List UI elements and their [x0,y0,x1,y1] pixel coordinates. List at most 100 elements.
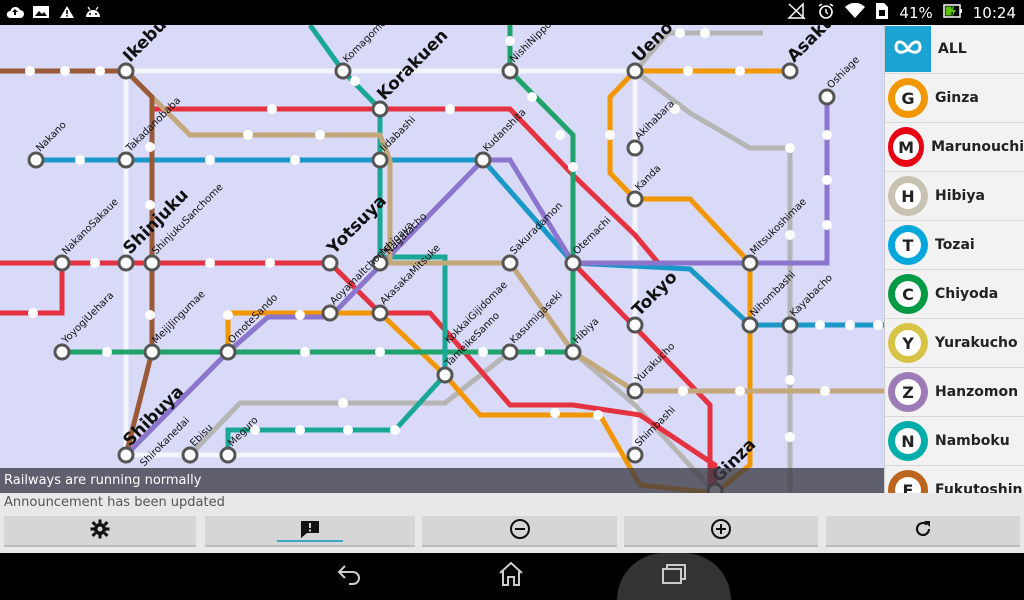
line-item-label: Ginza [935,90,979,106]
sim-icon [875,2,889,24]
line-item-label: ALL [938,41,967,57]
station-marker[interactable] [474,151,492,169]
station-label: Shibuya [119,382,188,451]
station-marker[interactable] [781,316,799,334]
station-label: Sakuradamon [508,200,565,257]
line-item-fukutoshin[interactable]: F Fukutoshin [885,466,1024,493]
refresh-button[interactable] [826,516,1020,547]
station-marker[interactable] [741,316,759,334]
station-marker[interactable] [501,62,519,80]
station-marker[interactable] [371,304,389,322]
status-banner: Railways are running normally [0,468,884,493]
station-marker[interactable] [321,304,339,322]
line-item-label: Hanzomon [935,384,1019,400]
station-marker[interactable] [117,254,135,272]
station-marker[interactable] [626,190,644,208]
station-marker[interactable] [818,88,836,106]
line-item-hibiya[interactable]: H Hibiya [885,172,1024,221]
station-marker[interactable] [626,316,644,334]
station-marker[interactable] [564,254,582,272]
station-marker[interactable] [371,151,389,169]
back-icon [336,563,364,589]
line-item-label: Hibiya [935,188,985,204]
back-button[interactable] [330,559,370,593]
image-icon [32,3,50,21]
hibiya-line-icon: H [888,176,928,216]
station-marker[interactable] [371,100,389,118]
station-marker[interactable] [219,343,237,361]
station-nakanosakaue[interactable]: NakanoSakaue [53,197,121,272]
station-marker[interactable] [117,151,135,169]
ginza-line-icon: G [888,78,928,118]
station-label: NishiNippori [508,25,559,65]
home-icon [497,561,525,591]
home-button[interactable] [491,559,531,593]
warning-icon [58,3,76,21]
clock: 10:24 [972,4,1016,22]
namboku-line-icon: N [888,421,928,461]
station-marker[interactable] [53,343,71,361]
station-label: YoyogiUehara [60,290,117,347]
station-oshiage[interactable]: Oshiage [818,54,862,106]
station-marker[interactable] [741,254,759,272]
station-marker[interactable] [27,151,45,169]
station-label: Iidabashi [378,115,418,155]
line-item-all[interactable]: ALL [885,25,1024,74]
station-label: Kudanshita [481,107,528,154]
station-label: Akihabara [633,99,677,143]
station-marker[interactable] [143,343,161,361]
line-item-namboku[interactable]: N Namboku [885,417,1024,466]
station-mitsukoshimae[interactable]: Mitsukoshimae [741,196,809,272]
subway-map[interactable]: Ikebukuro Komagome Korakuen NishiNippori Uen… [0,25,884,493]
line-item-chiyoda[interactable]: C Chiyoda [885,270,1024,319]
hanzomon-line-icon: Z [888,372,928,412]
line-selector-sidebar[interactable]: ALL G Ginza M Marunouchi H Hibiya T Toza… [884,25,1024,493]
zoom-out-icon [509,518,531,544]
station-marker[interactable] [219,446,237,464]
subway-map-canvas[interactable]: Ikebukuro KomagomeKorakuen NishiNippori Uen… [0,25,884,493]
line-item-label: Chiyoda [935,286,999,302]
zoom-out-button[interactable] [422,516,617,547]
line-item-marunouchi[interactable]: M Marunouchi [885,123,1024,172]
settings-button[interactable] [4,516,196,547]
station-marker[interactable] [117,446,135,464]
station-label: Hibiya [571,316,601,346]
recent-apps-icon [660,562,688,590]
station-marker[interactable] [53,254,71,272]
announcement-text: Announcement has been updated [0,493,1024,513]
station-marker[interactable] [626,62,644,80]
marunouchi-line-icon: M [888,127,925,167]
station-label: Kanda [633,163,663,193]
station-marker[interactable] [321,254,339,272]
zoom-in-icon [710,518,732,544]
line-item-tozai[interactable]: T Tozai [885,221,1024,270]
station-label: Korakuen [373,26,452,105]
announcement-button[interactable] [205,516,415,547]
line-item-hanzomon[interactable]: Z Hanzomon [885,368,1024,417]
station-marker[interactable] [626,446,644,464]
station-marker[interactable] [626,382,644,400]
station-marker[interactable] [501,343,519,361]
station-label: Nakano [34,120,69,155]
wifi-icon [845,2,866,23]
line-item-label: Marunouchi [931,139,1024,155]
line-item-yurakucho[interactable]: Y Yurakucho [885,319,1024,368]
recent-apps-button[interactable] [654,559,694,593]
station-marker[interactable] [564,343,582,361]
station-marker[interactable] [436,366,454,384]
station-marker[interactable] [143,254,161,272]
station-marker[interactable] [501,254,519,272]
cloud-upload-icon [6,3,24,21]
line-item-ginza[interactable]: G Ginza [885,74,1024,123]
station-label: Ueno [628,25,677,67]
station-marker[interactable] [181,446,199,464]
station-label: MeijiJingumae [150,289,207,346]
yurakucho-line-icon: Y [888,323,928,363]
station-marker[interactable] [117,62,135,80]
battery-level: 41% [899,4,933,22]
station-marker[interactable] [626,139,644,157]
station-marker[interactable] [781,62,799,80]
zoom-in-button[interactable] [624,516,818,547]
station-marker[interactable] [334,62,352,80]
station-label: Otemachi [571,215,613,257]
